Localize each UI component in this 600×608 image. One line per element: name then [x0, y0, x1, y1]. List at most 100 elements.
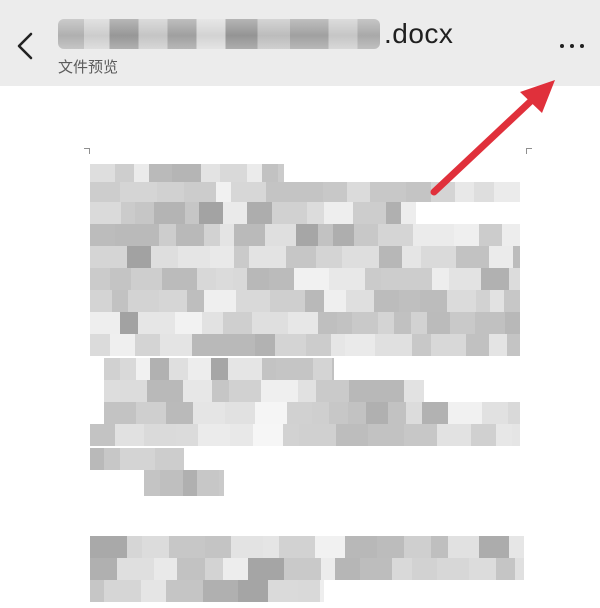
redacted-text-block — [128, 290, 159, 312]
redacted-text-block — [375, 334, 412, 356]
redacted-text-block — [489, 334, 507, 356]
redacted-text-block — [278, 164, 284, 182]
redacted-text-block — [120, 312, 138, 334]
redacted-text-block — [265, 224, 296, 246]
redacted-text-block — [115, 424, 144, 446]
page-subtitle: 文件预览 — [58, 58, 119, 76]
redacted-text-block — [392, 558, 412, 580]
redacted-text-block — [205, 558, 223, 580]
redacted-text-block — [166, 580, 203, 602]
redacted-text-block — [345, 334, 375, 356]
redacted-text-block — [252, 312, 288, 334]
redacted-text-block — [432, 268, 449, 290]
redacted-text-block — [352, 312, 378, 334]
redacted-text-block — [378, 312, 394, 334]
redacted-text-block — [172, 164, 201, 182]
redacted-text-block — [184, 182, 216, 202]
redacted-text-block — [331, 334, 345, 356]
redacted-text-block — [110, 268, 131, 290]
redacted-text-block — [275, 334, 306, 356]
redacted-text-block — [231, 536, 263, 558]
back-button[interactable] — [12, 28, 40, 64]
redacted-text-block — [313, 358, 332, 380]
redacted-text-block — [377, 536, 404, 558]
redacted-text-block — [230, 424, 253, 446]
redacted-text-block — [348, 402, 366, 424]
redacted-text-block — [197, 268, 216, 290]
redacted-text-block — [266, 182, 294, 202]
redacted-text-block — [212, 380, 229, 402]
redacted-text-block — [185, 202, 199, 224]
document-title: .docx — [58, 14, 453, 54]
more-options-button[interactable] — [560, 44, 584, 48]
redacted-text-block — [229, 380, 261, 402]
redacted-text-block — [203, 580, 238, 602]
redacted-text-block — [160, 334, 192, 356]
redacted-text-block — [305, 290, 324, 312]
redacted-text-block — [112, 290, 128, 312]
redacted-text-block — [406, 182, 431, 202]
redacted-text-block — [104, 580, 141, 602]
redacted-text-block — [90, 246, 127, 268]
redacted-text-block — [216, 182, 231, 202]
redacted-text-block — [149, 164, 172, 182]
redacted-text-block — [268, 580, 298, 602]
redacted-text-block — [402, 246, 421, 268]
redacted-text-block — [104, 358, 120, 380]
redacted-text-block — [234, 224, 265, 246]
redacted-text-block — [269, 268, 294, 290]
redacted-text-block — [253, 424, 283, 446]
redacted-text-block — [138, 312, 175, 334]
redacted-text-block — [474, 182, 494, 202]
redacted-text-block — [144, 470, 160, 496]
redacted-text-block — [223, 334, 255, 356]
redacted-text-block — [494, 182, 520, 202]
redacted-text-block — [136, 358, 150, 380]
redacted-text-block — [198, 424, 230, 446]
redacted-text-block — [255, 402, 287, 424]
redacted-text-block — [505, 312, 520, 334]
redacted-text-block — [490, 290, 504, 312]
redacted-text-block — [479, 224, 502, 246]
redacted-text-block — [447, 290, 476, 312]
redacted-text-block — [381, 268, 412, 290]
redacted-text-block — [204, 290, 236, 312]
document-preview[interactable] — [84, 148, 532, 608]
redacted-text-block — [437, 424, 471, 446]
redacted-text-block — [404, 424, 437, 446]
redacted-text-block — [329, 402, 348, 424]
redacted-text-block — [131, 268, 162, 290]
redacted-text-block — [255, 334, 275, 356]
redacted-text-block — [502, 224, 520, 246]
redacted-text-block — [496, 424, 512, 446]
redacted-text-block — [234, 246, 249, 268]
redacted-text-block — [166, 402, 193, 424]
redacted-text-block — [211, 358, 228, 380]
redacted-text-block — [306, 334, 331, 356]
redacted-text-block — [134, 164, 149, 182]
redacted-text-block — [378, 224, 413, 246]
redacted-text-block — [169, 536, 205, 558]
redacted-text-block — [115, 164, 134, 182]
redacted-text-block — [187, 290, 204, 312]
redacted-text-block — [175, 312, 202, 334]
redacted-text-block — [154, 558, 177, 580]
redacted-text-block — [454, 224, 479, 246]
redacted-text-block — [90, 202, 121, 224]
redacted-text-block — [479, 536, 509, 558]
redacted-text-block — [176, 424, 198, 446]
redacted-text-block — [159, 224, 176, 246]
redacted-text-block — [296, 224, 318, 246]
redacted-text-block — [136, 402, 166, 424]
redacted-text-block — [90, 312, 120, 334]
redacted-text-block — [183, 380, 212, 402]
redacted-text-block — [177, 558, 205, 580]
redacted-text-block — [160, 470, 183, 496]
redacted-text-block — [298, 580, 320, 602]
redacted-text-block — [286, 246, 316, 268]
redacted-text-block — [120, 448, 155, 470]
redacted-text-block — [336, 424, 368, 446]
redacted-text-block — [249, 246, 286, 268]
redacted-text-block — [135, 334, 160, 356]
redacted-text-block — [337, 312, 352, 334]
